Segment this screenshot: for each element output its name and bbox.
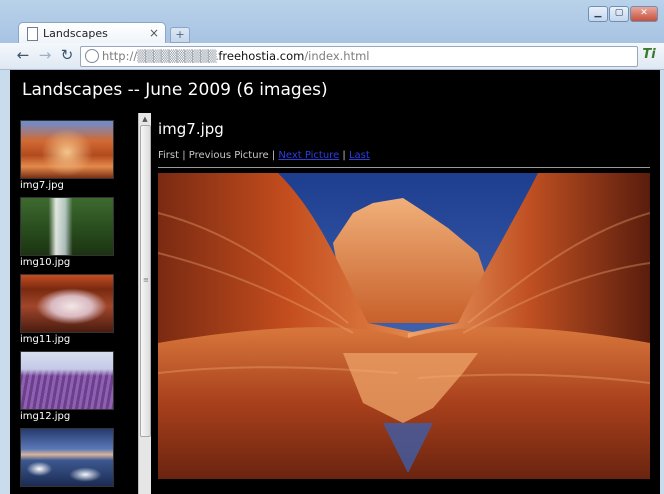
tab-title: Landscapes bbox=[43, 27, 108, 40]
page-icon bbox=[27, 27, 38, 41]
thumbnail-label: img12.jpg bbox=[20, 411, 71, 422]
thumbnail-image[interactable] bbox=[20, 120, 114, 179]
maximize-button[interactable]: ▢ bbox=[609, 6, 629, 22]
thumbnail-item[interactable]: img12.jpg bbox=[20, 351, 138, 428]
new-tab-button[interactable]: + bbox=[170, 27, 190, 43]
last-link[interactable]: Last bbox=[349, 150, 370, 161]
close-tab-icon[interactable]: × bbox=[149, 26, 159, 40]
scroll-up-arrow-icon[interactable]: ▲ bbox=[139, 113, 151, 125]
image-viewer: img7.jpg First | Previous Picture | Next… bbox=[158, 120, 650, 479]
gallery-title: Landscapes -- June 2009 (6 images) bbox=[22, 80, 328, 100]
first-link-disabled: First bbox=[158, 150, 180, 161]
next-picture-link[interactable]: Next Picture bbox=[278, 150, 339, 161]
address-bar[interactable]: http://▒▒▒▒▒▒▒▒▒▒.freehostia.com/index.h… bbox=[80, 46, 638, 67]
thumbnail-item[interactable]: img10.jpg bbox=[20, 197, 138, 274]
thumbnail-label: img10.jpg bbox=[20, 257, 71, 268]
browser-window: Landscapes × + ▁ ▢ ✕ ← → ↻ http://▒▒▒▒▒▒… bbox=[0, 0, 664, 494]
thumbnail-item[interactable] bbox=[20, 428, 138, 494]
thumbnail-item[interactable]: img7.jpg bbox=[20, 120, 138, 197]
image-title: img7.jpg bbox=[158, 120, 224, 138]
url-text: http://▒▒▒▒▒▒▒▒▒▒.freehostia.com/index.h… bbox=[102, 49, 370, 63]
thumbnail-label: img11.jpg bbox=[20, 334, 71, 345]
tab-strip: Landscapes × + ▁ ▢ ✕ bbox=[0, 0, 664, 45]
thumbnail-image[interactable] bbox=[20, 274, 114, 333]
browser-toolbar: ← → ↻ http://▒▒▒▒▒▒▒▒▒▒.freehostia.com/i… bbox=[0, 43, 664, 70]
globe-icon bbox=[85, 49, 99, 63]
extension-icon[interactable]: Ti bbox=[640, 46, 658, 64]
window-controls: ▁ ▢ ✕ bbox=[588, 6, 658, 22]
thumbnail-item[interactable]: img11.jpg bbox=[20, 274, 138, 351]
sandstone-wave-photo bbox=[158, 173, 650, 479]
blurred-subdomain: ▒▒▒▒▒▒▒▒▒▒. bbox=[137, 49, 219, 63]
previous-link-disabled: Previous Picture bbox=[188, 150, 269, 161]
thumbnail-image[interactable] bbox=[20, 197, 114, 256]
forward-button[interactable]: → bbox=[36, 46, 54, 64]
thumbnail-image[interactable] bbox=[20, 351, 114, 410]
back-button[interactable]: ← bbox=[14, 46, 32, 64]
page-content: Landscapes -- June 2009 (6 images) img7.… bbox=[10, 70, 660, 494]
close-window-button[interactable]: ✕ bbox=[630, 6, 658, 22]
minimize-button[interactable]: ▁ bbox=[588, 6, 608, 22]
scrollbar-grip-icon: ≡ bbox=[143, 276, 149, 284]
picture-navigation: First | Previous Picture | Next Picture … bbox=[158, 150, 650, 168]
thumbnail-label: img7.jpg bbox=[20, 180, 64, 191]
thumbnail-list: img7.jpg img10.jpg img11.jpg img12.jpg bbox=[20, 120, 138, 494]
browser-tab[interactable]: Landscapes × bbox=[18, 22, 166, 45]
main-landscape-image[interactable] bbox=[158, 173, 650, 479]
thumbnail-image[interactable] bbox=[20, 428, 114, 487]
reload-button[interactable]: ↻ bbox=[58, 46, 76, 64]
thumbnail-scrollbar[interactable]: ▲ ≡ bbox=[138, 113, 151, 494]
scrollbar-thumb[interactable]: ≡ bbox=[140, 125, 151, 437]
